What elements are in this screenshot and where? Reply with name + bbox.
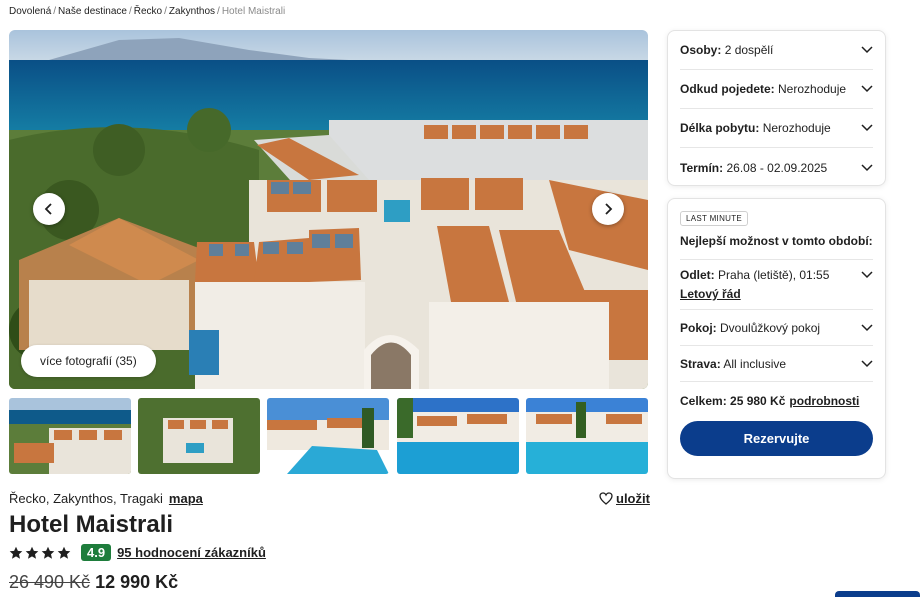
- save-button[interactable]: uložit: [599, 491, 650, 506]
- departure-value: Nerozhoduje: [778, 82, 847, 96]
- breadcrumb-item-recko[interactable]: Řecko: [134, 6, 162, 17]
- thumbnail-image: [267, 398, 389, 474]
- thumbnail-image: [397, 398, 519, 474]
- thumbnail-3[interactable]: [267, 398, 389, 474]
- chevron-down-icon: [861, 163, 873, 171]
- persons-label: Osoby:: [680, 43, 722, 57]
- thumbnail-2[interactable]: [138, 398, 260, 474]
- thumbnail-strip: [9, 398, 648, 474]
- date-value: 26.08 - 02.09.2025: [726, 160, 828, 175]
- chevron-down-icon: [861, 46, 873, 54]
- duration-value: Nerozhoduje: [762, 121, 831, 135]
- duration-select[interactable]: Délka pobytu: Nerozhoduje: [680, 109, 873, 148]
- thumbnail-1[interactable]: [9, 398, 131, 474]
- room-label: Pokoj:: [680, 320, 717, 335]
- location-text: Řecko, Zakynthos, Tragaki: [9, 491, 163, 506]
- star-icon: [41, 546, 55, 559]
- breadcrumb-item-destinace[interactable]: Naše destinace: [58, 6, 127, 17]
- total-price: Celkem: 25 980 Kč podrobnosti: [680, 382, 873, 408]
- hero-photo[interactable]: více fotografií (35): [9, 30, 648, 389]
- next-photo-button[interactable]: [592, 193, 624, 225]
- reviews-link[interactable]: 95 hodnocení zákazníků: [117, 545, 266, 560]
- board-select[interactable]: Strava: All inclusive: [680, 346, 873, 382]
- flight-schedule-link[interactable]: Letový řád: [680, 287, 829, 301]
- new-price: 12 990 Kč: [95, 572, 179, 592]
- breadcrumb-separator: /: [217, 6, 220, 17]
- thumbnail-image: [526, 398, 648, 474]
- best-option-heading: Nejlepší možnost v tomto období:: [680, 234, 873, 260]
- persons-select[interactable]: Osoby: 2 dospělí: [680, 31, 873, 70]
- price: 26 490 Kč 12 990 Kč: [9, 572, 178, 593]
- departure-label: Odkud pojedete:: [680, 82, 775, 96]
- heart-icon: [599, 492, 613, 505]
- room-value: Dvoulůžkový pokoj: [720, 320, 821, 335]
- page-title: Hotel Maistrali: [9, 511, 174, 538]
- thumbnail-4[interactable]: [397, 398, 519, 474]
- star-rating: [9, 546, 71, 560]
- chevron-down-icon: [861, 85, 873, 93]
- star-icon: [25, 546, 39, 559]
- chevron-down-icon: [861, 124, 873, 132]
- old-price: 26 490 Kč: [9, 572, 91, 592]
- flight-value: Praha (letiště), 01:55: [718, 268, 830, 282]
- hotel-location: Řecko, Zakynthos, Tragaki mapa: [9, 491, 203, 506]
- board-value: All inclusive: [723, 356, 787, 371]
- offer-card: LAST MINUTE Nejlepší možnost v tomto obd…: [667, 198, 886, 479]
- chevron-right-icon: [605, 203, 613, 215]
- book-button[interactable]: Rezervujte: [680, 421, 873, 456]
- room-select[interactable]: Pokoj: Dvoulůžkový pokoj: [680, 310, 873, 346]
- breadcrumb-item-dovolena[interactable]: Dovolená: [9, 6, 51, 17]
- date-select[interactable]: Termín: 26.08 - 02.09.2025: [680, 148, 873, 187]
- star-icon: [57, 546, 71, 559]
- star-icon: [9, 546, 23, 559]
- total-label: Celkem: 25 980 Kč: [680, 394, 786, 408]
- flight-label: Odlet:: [680, 268, 715, 282]
- rating-row: 4.9 95 hodnocení zákazníků: [9, 544, 266, 561]
- chevron-down-icon: [861, 359, 873, 367]
- details-link[interactable]: podrobnosti: [789, 394, 859, 408]
- chevron-down-icon: [861, 271, 873, 279]
- more-photos-button[interactable]: více fotografií (35): [21, 345, 156, 377]
- flight-select[interactable]: Odlet: Praha (letiště), 01:55 Letový řád: [680, 260, 873, 310]
- breadcrumb-separator: /: [164, 6, 167, 17]
- prev-photo-button[interactable]: [33, 193, 65, 225]
- persons-value: 2 dospělí: [724, 43, 774, 57]
- thumbnail-image: [9, 398, 131, 474]
- chevron-left-icon: [44, 203, 52, 215]
- breadcrumb-current: Hotel Maistrali: [221, 6, 286, 17]
- thumbnail-image: [138, 398, 260, 474]
- chevron-down-icon: [861, 323, 873, 331]
- departure-select[interactable]: Odkud pojedete: Nerozhoduje: [680, 70, 873, 109]
- hotel-aerial-image: [9, 30, 648, 389]
- date-label: Termín:: [680, 160, 724, 175]
- search-filters-card: Osoby: 2 dospělí Odkud pojedete: Nerozho…: [667, 30, 886, 186]
- thumbnail-5[interactable]: [526, 398, 648, 474]
- breadcrumb-item-zakynthos[interactable]: Zakynthos: [169, 6, 215, 17]
- duration-label: Délka pobytu:: [680, 121, 760, 135]
- map-link[interactable]: mapa: [169, 491, 203, 506]
- breadcrumb-separator: /: [128, 6, 132, 17]
- chat-widget-tab[interactable]: [835, 591, 920, 597]
- breadcrumb: Dovolená / Naše destinace / Řecko / Zakynthos /…: [9, 6, 285, 17]
- board-label: Strava:: [680, 356, 721, 371]
- score-badge: 4.9: [81, 544, 112, 561]
- save-label: uložit: [616, 491, 650, 506]
- last-minute-badge: LAST MINUTE: [680, 211, 749, 226]
